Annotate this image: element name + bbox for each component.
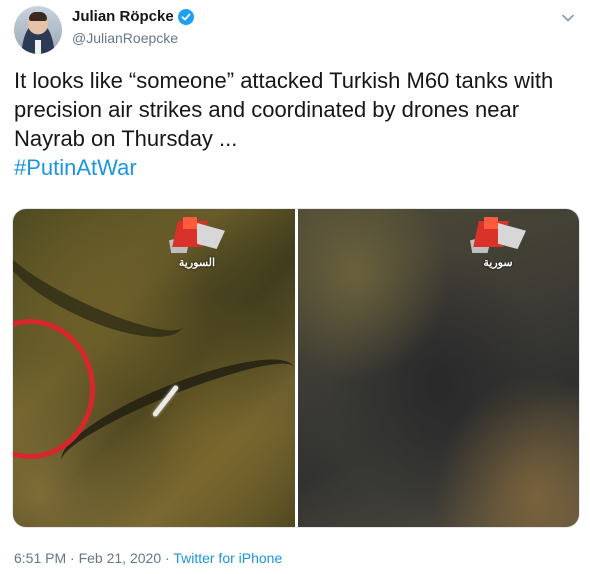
avatar-hair <box>29 12 47 21</box>
photo-left[interactable]: السورية <box>13 209 295 527</box>
tweet-meta: 6:51 PM · Feb 21, 2020 · Twitter for iPh… <box>14 550 282 566</box>
tweet-text: It looks like “someone” attacked Turkish… <box>14 66 580 182</box>
author-name-row[interactable]: Julian Röpcke <box>72 8 194 25</box>
author-handle[interactable]: @JulianRoepcke <box>72 30 178 46</box>
chevron-down-icon[interactable] <box>558 8 578 28</box>
meta-separator: · <box>161 550 174 566</box>
photo-right[interactable]: سورية <box>298 209 579 527</box>
hashtag-link[interactable]: #PutinAtWar <box>14 155 137 180</box>
avatar[interactable] <box>14 6 62 54</box>
tweet-source-link[interactable]: Twitter for iPhone <box>173 550 282 566</box>
channel-logo-icon <box>165 217 229 255</box>
tweet-date[interactable]: Feb 21, 2020 <box>79 550 162 566</box>
channel-logo: السورية <box>165 217 229 269</box>
verified-badge-icon <box>177 8 194 25</box>
meta-separator: · <box>66 550 79 566</box>
tweet-body: It looks like “someone” attacked Turkish… <box>14 68 560 151</box>
display-name[interactable]: Julian Röpcke <box>72 8 174 25</box>
channel-logo: سورية <box>466 217 530 269</box>
tweet-time[interactable]: 6:51 PM <box>14 550 66 566</box>
channel-logo-icon <box>466 217 530 255</box>
channel-logo-text: سورية <box>483 257 513 269</box>
avatar-collar <box>35 40 41 54</box>
channel-logo-text: السورية <box>178 257 216 269</box>
media-grid: السورية سورية <box>12 208 580 528</box>
